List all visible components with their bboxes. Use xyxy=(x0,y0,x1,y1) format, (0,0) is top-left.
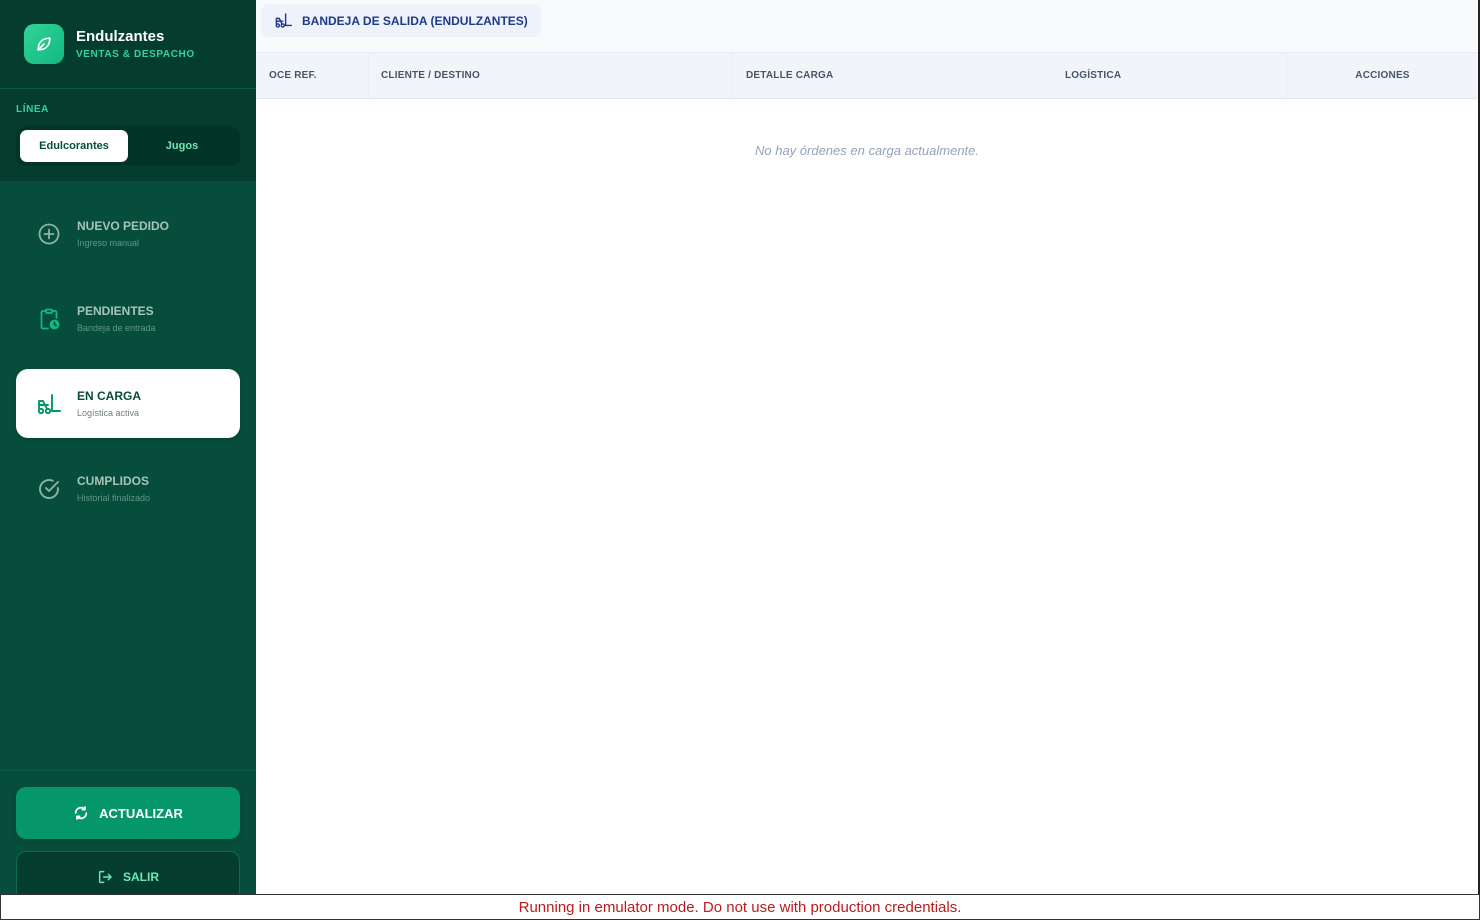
brand-header: Endulzantes VENTAS & DESPACHO xyxy=(0,0,256,89)
nav-title: CUMPLIDOS xyxy=(77,474,149,488)
nav-subtitle: Ingreso manual xyxy=(77,238,140,248)
column-header-detalle-carga: DETALLE CARGA xyxy=(746,70,834,81)
line-option-jugos[interactable]: Jugos xyxy=(128,130,236,162)
emulator-warning-banner: Running in emulator mode. Do not use wit… xyxy=(0,894,1480,920)
tab-bandeja-salida[interactable]: BANDEJA DE SALIDA (ENDULZANTES) xyxy=(261,4,541,37)
forklift-icon xyxy=(275,13,292,28)
tab-label: BANDEJA DE SALIDA (ENDULZANTES) xyxy=(302,13,528,28)
line-option-edulcorantes[interactable]: Edulcorantes xyxy=(20,130,128,162)
logout-icon xyxy=(98,870,112,884)
refresh-icon xyxy=(74,806,88,820)
leaf-icon xyxy=(24,24,64,64)
main-content: BANDEJA DE SALIDA (ENDULZANTES) OCE REF.… xyxy=(256,0,1478,894)
exit-label: SALIR xyxy=(123,870,159,884)
plus-circle-icon xyxy=(36,221,62,247)
empty-table-message: No hay órdenes en carga actualmente. xyxy=(754,143,980,158)
sidebar: Endulzantes VENTAS & DESPACHO LÍNEA Edul… xyxy=(0,0,256,903)
clipboard-clock-icon xyxy=(36,306,62,332)
check-circle-icon xyxy=(36,476,62,502)
nav-item-nuevo-pedido[interactable]: NUEVO PEDIDO Ingreso manual xyxy=(16,199,240,268)
refresh-button[interactable]: ACTUALIZAR xyxy=(16,787,240,839)
line-selector: LÍNEA Edulcorantes Jugos xyxy=(0,89,256,181)
nav-subtitle: Logística activa xyxy=(77,408,140,418)
main-nav: NUEVO PEDIDO Ingreso manual PENDIENTES B… xyxy=(0,181,256,770)
table-header: OCE REF. CLIENTE / DESTINO DETALLE CARGA… xyxy=(256,52,1478,99)
line-label: LÍNEA xyxy=(16,104,49,115)
nav-subtitle: Historial finalizado xyxy=(77,493,151,503)
column-header-oce-ref: OCE REF. xyxy=(256,53,369,98)
nav-item-en-carga[interactable]: EN CARGA Logística activa xyxy=(16,369,240,438)
nav-title: EN CARGA xyxy=(77,389,142,403)
brand-title: Endulzantes xyxy=(76,28,165,45)
column-header-logistica: LOGÍSTICA xyxy=(1051,53,1287,98)
nav-title: NUEVO PEDIDO xyxy=(77,219,170,233)
nav-item-cumplidos[interactable]: CUMPLIDOS Historial finalizado xyxy=(16,454,240,523)
top-bar: BANDEJA DE SALIDA (ENDULZANTES) xyxy=(256,0,1478,52)
column-header-acciones: ACCIONES xyxy=(1355,70,1410,81)
nav-item-pendientes[interactable]: PENDIENTES Bandeja de entrada xyxy=(16,284,240,353)
column-header-cliente-destino: CLIENTE / DESTINO xyxy=(369,53,733,98)
line-toggle: Edulcorantes Jugos xyxy=(16,126,240,166)
emulator-warning-text: Running in emulator mode. Do not use wit… xyxy=(518,898,962,916)
refresh-label: ACTUALIZAR xyxy=(99,805,183,821)
forklift-icon xyxy=(36,391,62,417)
brand-subtitle: VENTAS & DESPACHO xyxy=(76,49,195,60)
nav-title: PENDIENTES xyxy=(77,304,154,318)
nav-subtitle: Bandeja de entrada xyxy=(77,323,156,333)
sidebar-footer: ACTUALIZAR SALIR xyxy=(0,770,256,903)
